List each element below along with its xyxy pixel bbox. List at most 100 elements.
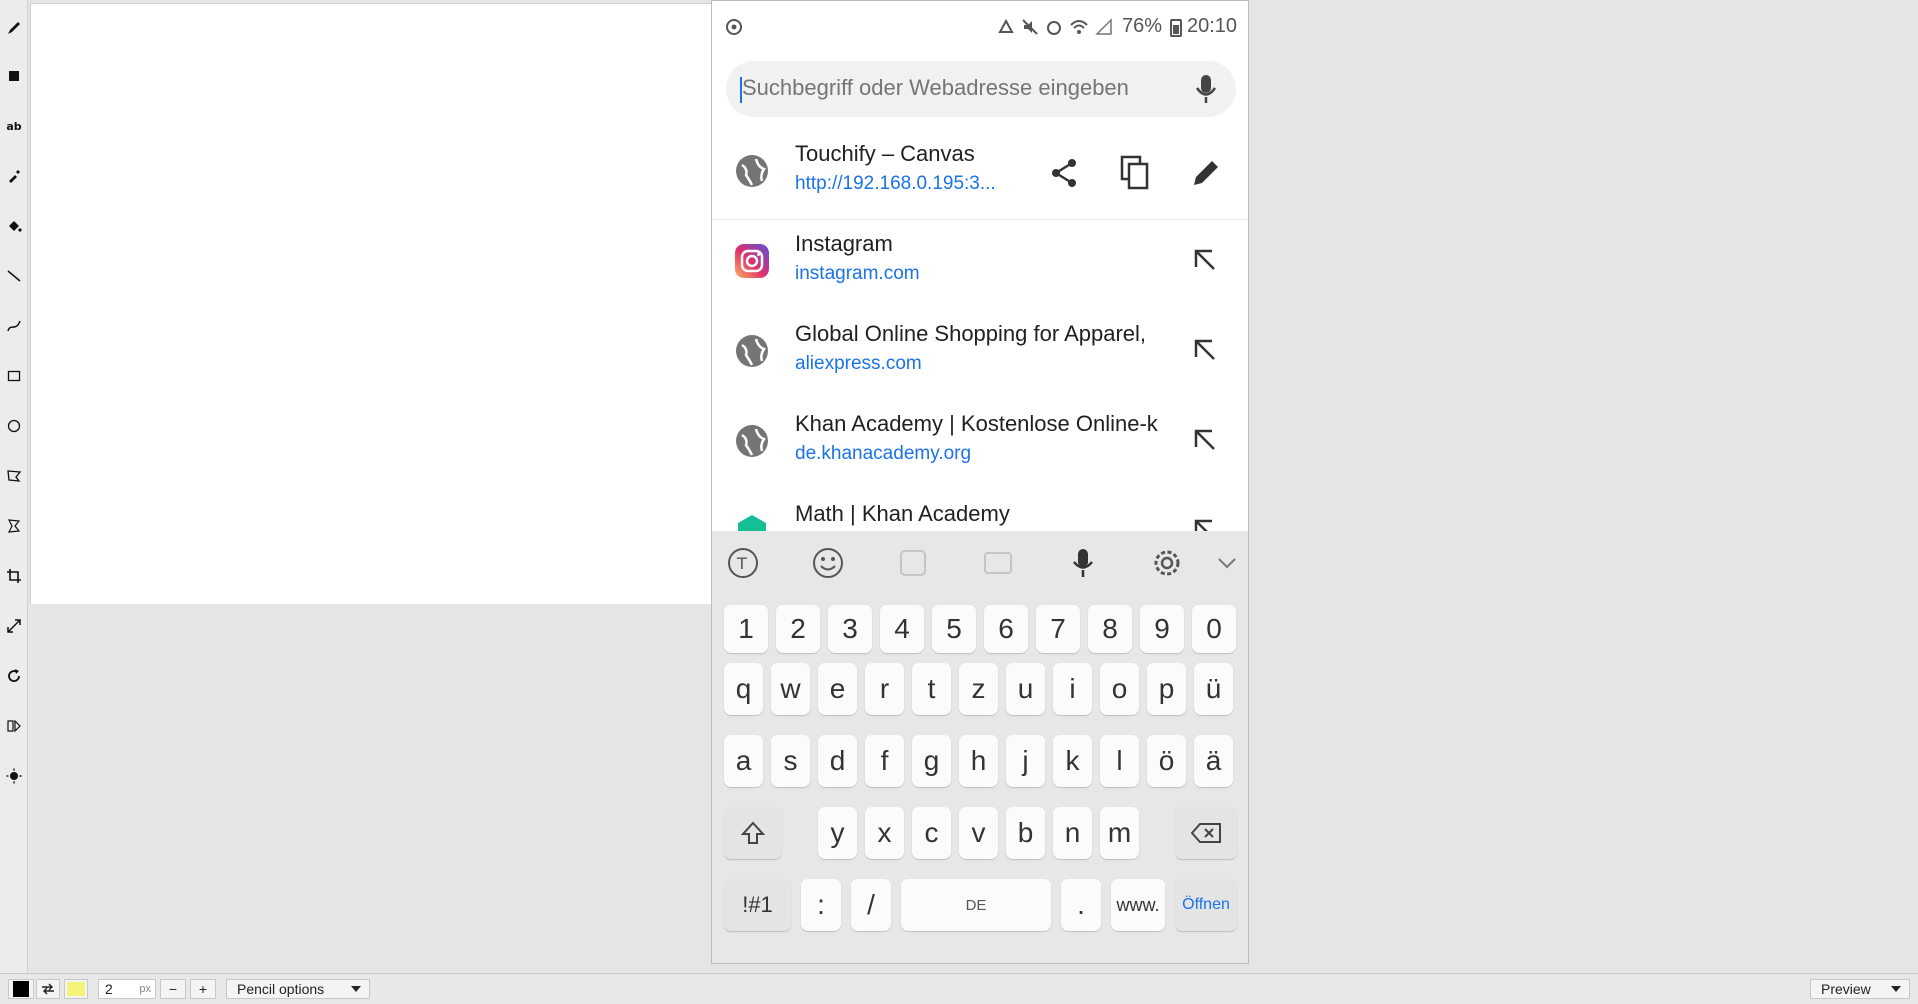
tool-sidebar: ab (0, 0, 28, 973)
key[interactable]: 2 (776, 605, 820, 653)
suggestion-url: instagram.com (795, 263, 920, 284)
ellipse-icon[interactable] (4, 416, 24, 436)
key[interactable]: v (959, 807, 998, 859)
key[interactable]: w (771, 663, 810, 715)
battery-icon (1170, 19, 1182, 37)
key[interactable]: 0 (1192, 605, 1236, 653)
chevron-down-icon[interactable] (1209, 545, 1245, 581)
key[interactable]: u (1006, 663, 1045, 715)
sticker-icon[interactable] (895, 545, 931, 581)
fill-bucket-icon[interactable] (4, 216, 24, 236)
translate-icon[interactable]: T (725, 545, 761, 581)
key[interactable]: g (912, 735, 951, 787)
arrow-up-left-icon[interactable] (1190, 335, 1218, 363)
emoji-icon[interactable] (810, 545, 846, 581)
key[interactable]: m (1100, 807, 1139, 859)
suggestion-row[interactable]: Global Online Shopping for Apparel, alie… (712, 313, 1248, 401)
gif-icon[interactable] (980, 545, 1016, 581)
copy-icon[interactable] (1119, 155, 1151, 191)
key[interactable]: a (724, 735, 763, 787)
symbols-key[interactable]: !#1 (724, 879, 791, 931)
key[interactable]: i (1053, 663, 1092, 715)
key[interactable]: 7 (1036, 605, 1080, 653)
key[interactable]: ö (1147, 735, 1186, 787)
key[interactable]: k (1053, 735, 1092, 787)
globe-icon (736, 335, 768, 367)
key[interactable]: 5 (932, 605, 976, 653)
key[interactable]: f (865, 735, 904, 787)
colon-key[interactable]: : (801, 879, 841, 931)
key[interactable]: d (818, 735, 857, 787)
chevron-down-icon (351, 986, 361, 992)
key[interactable]: o (1100, 663, 1139, 715)
polygon-icon[interactable] (4, 466, 24, 486)
key[interactable]: b (1006, 807, 1045, 859)
key[interactable]: ä (1194, 735, 1233, 787)
key[interactable]: l (1100, 735, 1139, 787)
backspace-key[interactable] (1175, 807, 1237, 859)
slash-key[interactable]: / (851, 879, 891, 931)
suggestion-row[interactable]: Instagram instagram.com (712, 223, 1248, 311)
key[interactable]: 9 (1140, 605, 1184, 653)
key[interactable]: j (1006, 735, 1045, 787)
crop-icon[interactable] (4, 566, 24, 586)
microphone-icon[interactable] (1194, 71, 1218, 107)
settings-icon[interactable] (1149, 545, 1185, 581)
tool-options-dropdown[interactable]: Pencil options (226, 979, 370, 999)
space-key[interactable]: DE (901, 879, 1051, 931)
key[interactable]: 8 (1088, 605, 1132, 653)
dot-key[interactable]: . (1061, 879, 1101, 931)
key[interactable]: r (865, 663, 904, 715)
arrow-up-left-icon[interactable] (1190, 245, 1218, 273)
edit-icon[interactable] (1190, 157, 1222, 189)
key[interactable]: x (865, 807, 904, 859)
share-icon[interactable] (1048, 157, 1080, 189)
key[interactable]: p (1147, 663, 1186, 715)
key[interactable]: 1 (724, 605, 768, 653)
key[interactable]: n (1053, 807, 1092, 859)
flip-icon[interactable] (4, 716, 24, 736)
primary-color-swatch[interactable] (8, 979, 34, 999)
key[interactable]: z (959, 663, 998, 715)
swap-colors-button[interactable] (36, 979, 60, 999)
text-icon[interactable]: ab (4, 116, 24, 136)
rectangle-icon[interactable] (4, 366, 24, 386)
curve-icon[interactable] (4, 316, 24, 336)
preview-dropdown[interactable]: Preview (1810, 979, 1910, 999)
status-icons (997, 18, 1113, 36)
enter-key[interactable]: Öffnen (1175, 879, 1237, 931)
size-input[interactable]: 2 px (98, 979, 156, 999)
www-key[interactable]: www. (1111, 879, 1165, 931)
key[interactable]: ü (1194, 663, 1233, 715)
secondary-color-swatch[interactable] (64, 979, 88, 999)
drawing-canvas[interactable] (30, 3, 714, 604)
key[interactable]: y (818, 807, 857, 859)
current-page-row[interactable]: Touchify – Canvas http://192.168.0.195:3… (712, 133, 1248, 220)
increase-size-button[interactable]: + (190, 979, 216, 999)
dropper-icon[interactable] (4, 166, 24, 186)
brightness-icon[interactable] (4, 766, 24, 786)
key[interactable]: 4 (880, 605, 924, 653)
key[interactable]: s (771, 735, 810, 787)
sync-icon (726, 19, 742, 35)
resize-icon[interactable] (4, 616, 24, 636)
select-icon[interactable] (4, 516, 24, 536)
square-fill-icon[interactable] (4, 66, 24, 86)
arrow-up-left-icon[interactable] (1190, 425, 1218, 453)
line-icon[interactable] (4, 266, 24, 286)
pencil-icon[interactable] (4, 18, 24, 38)
shift-key[interactable] (724, 807, 782, 859)
key[interactable]: 6 (984, 605, 1028, 653)
suggestion-title: Global Online Shopping for Apparel, (795, 321, 1147, 346)
search-input[interactable]: Suchbegriff oder Webadresse eingeben (726, 61, 1236, 117)
decrease-size-button[interactable]: − (160, 979, 186, 999)
keyboard-mic-icon[interactable] (1065, 545, 1101, 581)
key[interactable]: t (912, 663, 951, 715)
key[interactable]: e (818, 663, 857, 715)
key[interactable]: q (724, 663, 763, 715)
rotate-icon[interactable] (4, 666, 24, 686)
key[interactable]: 3 (828, 605, 872, 653)
key[interactable]: h (959, 735, 998, 787)
key[interactable]: c (912, 807, 951, 859)
suggestion-row[interactable]: Khan Academy | Kostenlose Online-k de.kh… (712, 403, 1248, 491)
